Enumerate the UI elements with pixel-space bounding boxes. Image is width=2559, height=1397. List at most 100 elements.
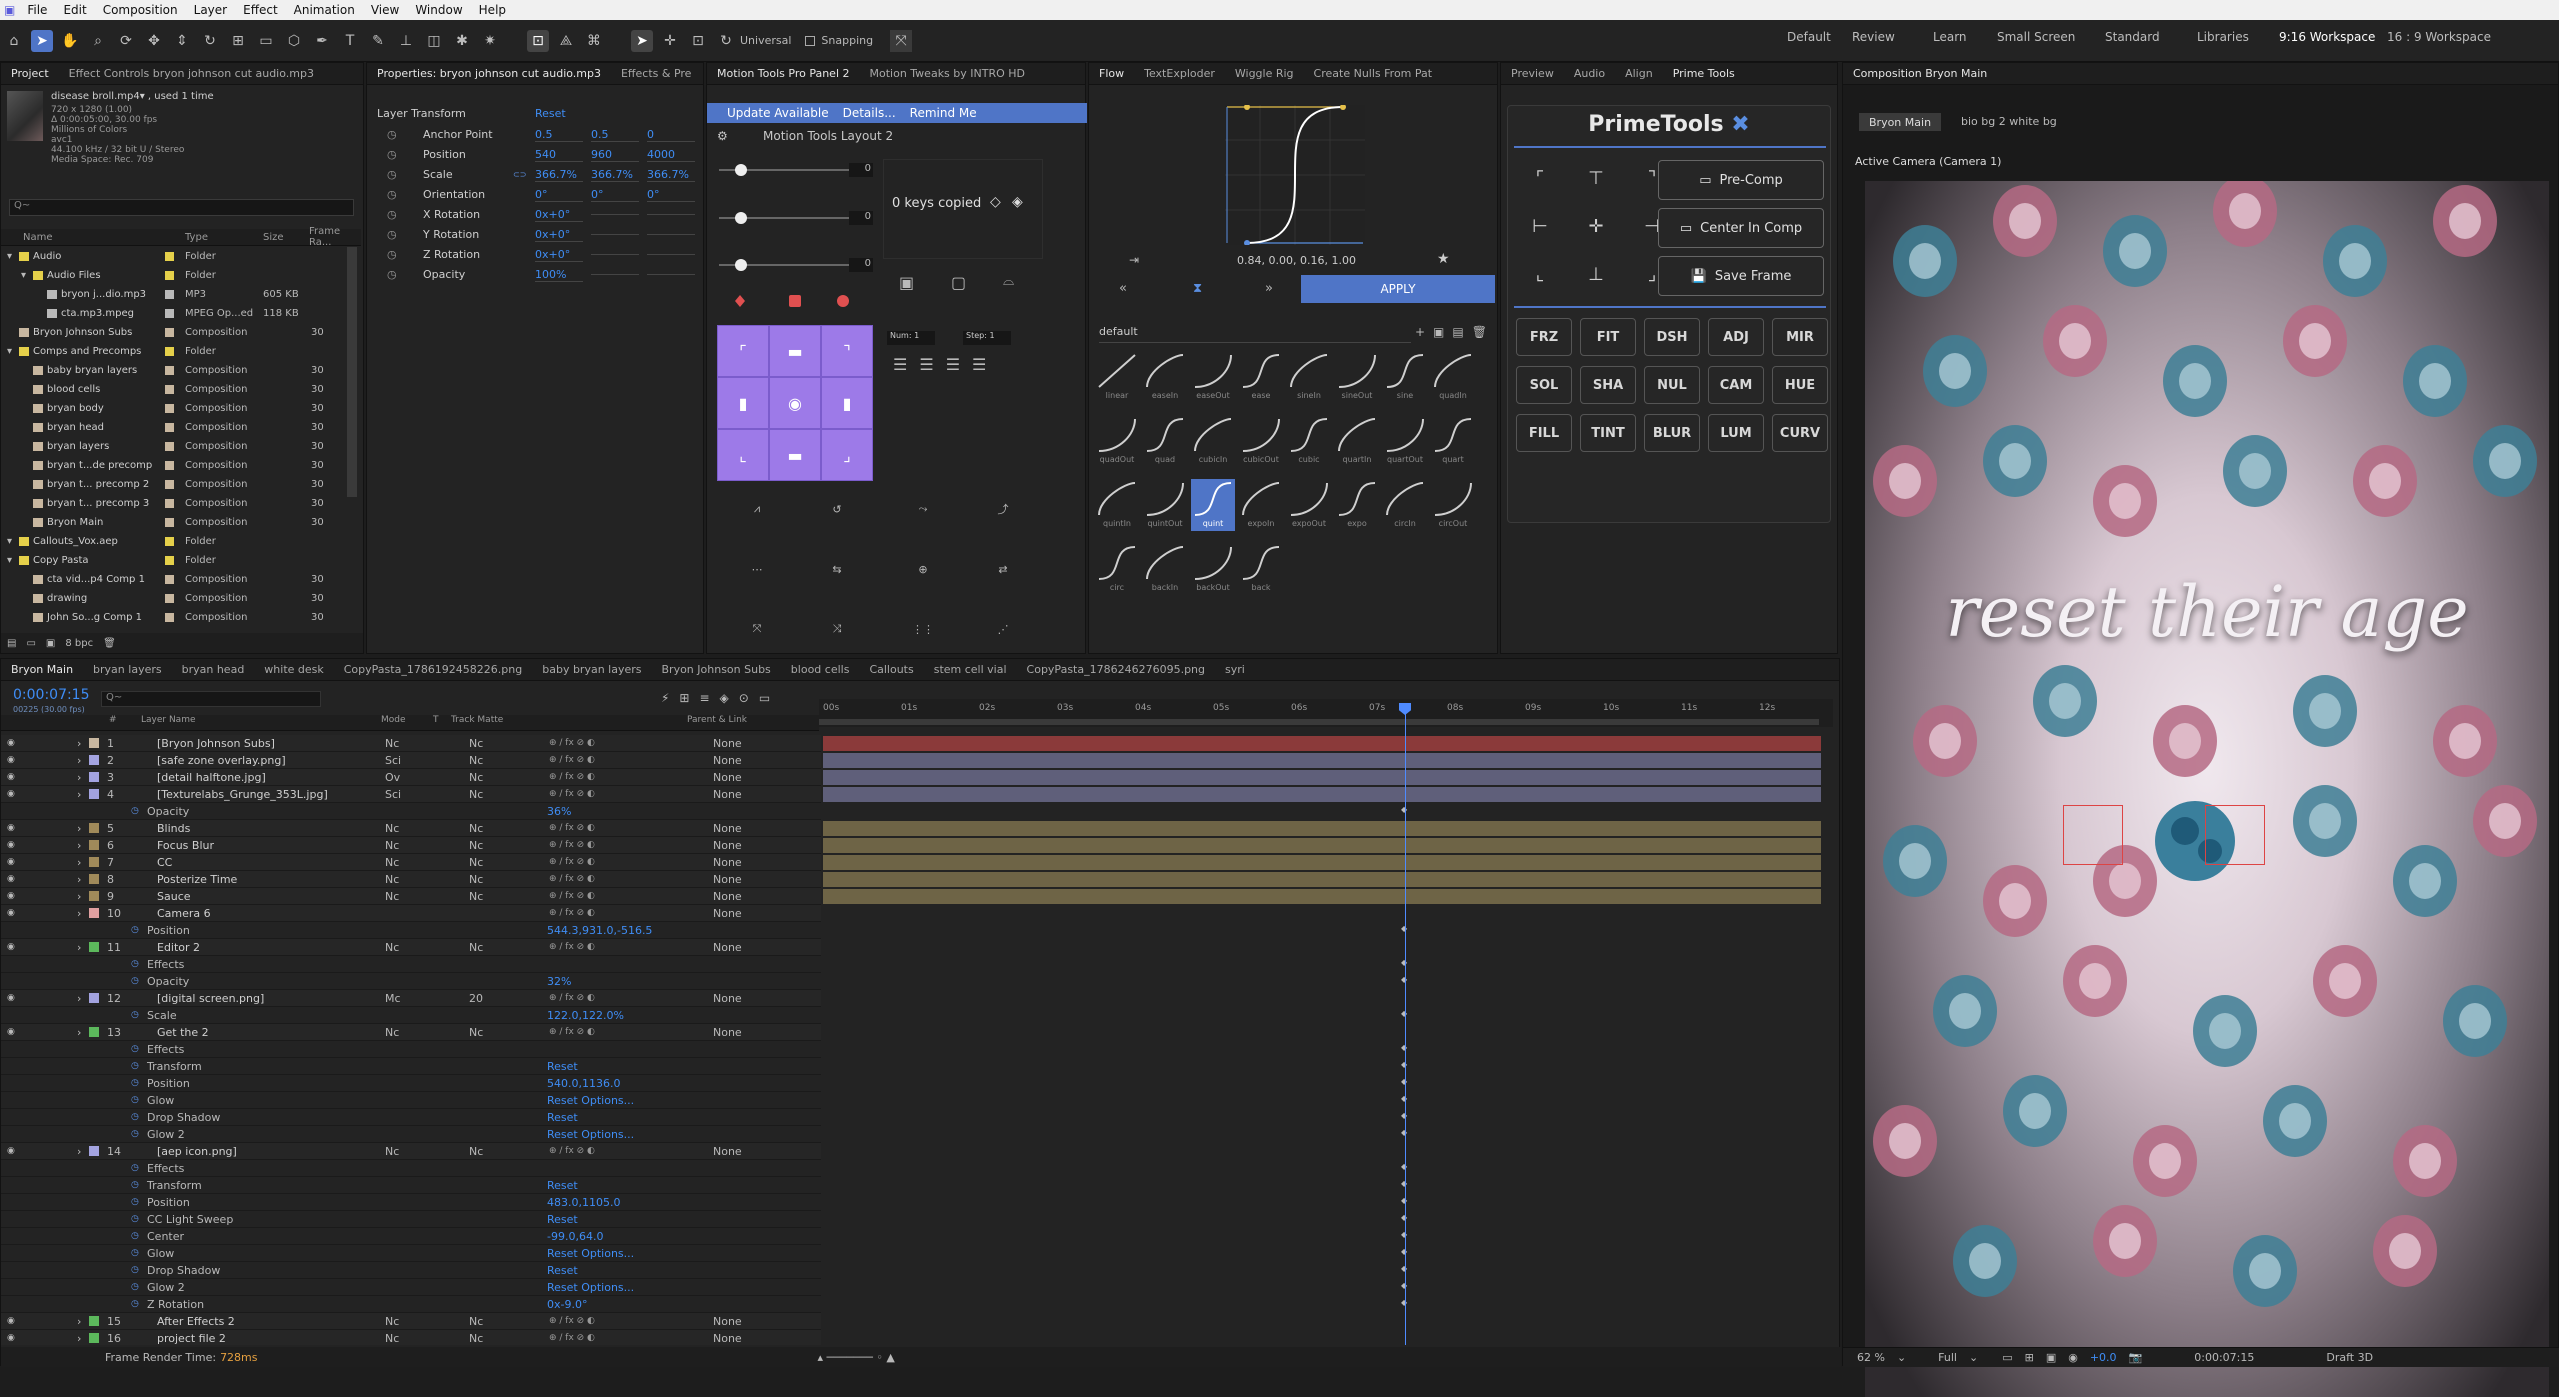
curve-preset-easeOut[interactable]: easeOut <box>1191 351 1235 403</box>
switch-icons[interactable]: ⊕ / fx ⊘ ◐ <box>549 874 595 884</box>
favorite-star-icon[interactable]: ★ <box>1437 251 1450 267</box>
layer-row[interactable]: ◉ › 5 Blinds Nc Nc ⊕ / fx ⊘ ◐ None <box>1 820 821 837</box>
property-value[interactable]: 544.3,931.0,-516.5 <box>547 924 652 937</box>
distribute-icons[interactable]: ☰☰☰☰ <box>893 355 998 374</box>
eye-icon[interactable]: ◉ <box>7 772 15 782</box>
anchor-top-left[interactable]: ⌜ <box>717 325 769 377</box>
parent-select[interactable]: None <box>713 839 742 852</box>
layer-name[interactable]: [digital screen.png] <box>157 992 264 1005</box>
parent-select[interactable]: None <box>713 890 742 903</box>
tab-motion-tweaks[interactable]: Motion Tweaks by INTRO HD <box>860 67 1036 80</box>
stopwatch-icon[interactable]: ◷ <box>387 168 397 181</box>
prime-btn-mir[interactable]: MIR <box>1772 318 1828 356</box>
layer-row[interactable]: ◉ › 3 [detail halftone.jpg] Ov Nc ⊕ / fx ⊘ ◐ No… <box>1 769 821 786</box>
parent-select[interactable]: None <box>713 788 742 801</box>
num-field[interactable]: Num: 1 <box>887 331 935 345</box>
switch-icons[interactable]: ⊕ / fx ⊘ ◐ <box>549 1316 595 1326</box>
project-row[interactable]: bryan t... precomp 2 Composition 30 <box>1 475 347 494</box>
stopwatch-icon[interactable]: ◷ <box>131 959 139 969</box>
layer-row[interactable]: ◉ › 11 Editor 2 Nc Nc ⊕ / fx ⊘ ◐ None <box>1 939 821 956</box>
property-row[interactable]: ◷ Effects <box>1 1041 821 1058</box>
square-filled-icon[interactable]: ▣ <box>899 273 914 292</box>
expand-arrow-icon[interactable]: ▾ <box>7 251 12 262</box>
eye-icon[interactable]: ◉ <box>7 857 15 867</box>
project-scrollbar[interactable] <box>347 247 357 497</box>
eye-icon[interactable]: ◉ <box>7 1027 15 1037</box>
layer-name[interactable]: Focus Blur <box>157 839 214 852</box>
curve-preset-expoIn[interactable]: expoIn <box>1239 479 1283 531</box>
expand-arrow-icon[interactable]: › <box>77 839 81 852</box>
expand-arrow-icon[interactable]: › <box>77 1332 81 1345</box>
tab-audio[interactable]: Audio <box>1564 67 1615 80</box>
expand-arrow-icon[interactable]: › <box>77 907 81 920</box>
property-value[interactable]: Reset Options... <box>547 1247 634 1260</box>
center-in-comp-button[interactable]: ▭ Center In Comp <box>1658 208 1824 248</box>
property-row[interactable]: ◷ Position 483.0,1105.0 <box>1 1194 821 1211</box>
curve-preset-quartIn[interactable]: quartIn <box>1335 415 1379 467</box>
layer-mode-select[interactable]: Nc <box>385 941 399 954</box>
switch-icons[interactable]: ⊕ / fx ⊘ ◐ <box>549 942 595 952</box>
prime-btn-curv[interactable]: CURV <box>1772 414 1828 452</box>
preset-select[interactable]: default <box>1099 325 1411 343</box>
project-row[interactable]: ▾ Comps and Precomps Folder <box>1 342 347 361</box>
parent-select[interactable]: None <box>713 1315 742 1328</box>
transform-value[interactable] <box>647 214 695 215</box>
project-search-input[interactable]: Q~ <box>9 199 354 216</box>
tab-project[interactable]: Project <box>1 67 59 80</box>
layer-row[interactable]: ◉ › 14 [aep icon.png] Nc Nc ⊕ / fx ⊘ ◐ None <box>1 1143 821 1160</box>
transform-value[interactable] <box>591 234 639 235</box>
eye-icon[interactable]: ◉ <box>7 908 15 918</box>
property-row[interactable]: ◷ Z Rotation 0x-9.0° <box>1 1296 821 1313</box>
mask-icon[interactable]: ▣ <box>2046 1351 2056 1364</box>
parent-select[interactable]: None <box>713 1332 742 1345</box>
transform-value[interactable] <box>591 254 639 255</box>
expand-arrow-icon[interactable]: › <box>77 737 81 750</box>
property-value[interactable]: Reset <box>547 1264 578 1277</box>
label-color-icon[interactable] <box>165 309 174 318</box>
transform-value[interactable]: 0.5 <box>591 128 639 142</box>
track-matte-select[interactable]: Nc <box>469 873 483 886</box>
prime-btn-frz[interactable]: FRZ <box>1516 318 1572 356</box>
curve-preset-ease[interactable]: ease <box>1239 351 1283 403</box>
curve-preset-easeIn[interactable]: easeIn <box>1143 351 1187 403</box>
layer-row[interactable]: ◉ › 10 Camera 6 ⊕ / fx ⊘ ◐ None <box>1 905 821 922</box>
project-row[interactable]: ▾ Audio Files Folder <box>1 266 347 285</box>
tab-motion-tools[interactable]: Motion Tools Pro Panel 2 <box>707 67 860 80</box>
remind-me-link[interactable]: Remind Me <box>910 106 977 120</box>
prime-btn-fit[interactable]: FIT <box>1580 318 1636 356</box>
transform-value[interactable]: 0x+0° <box>535 228 583 242</box>
col-track-matte[interactable]: Track Matte <box>451 715 503 725</box>
transform-value[interactable]: 0x+0° <box>535 248 583 262</box>
project-row[interactable]: ▾ Copy Pasta Folder <box>1 551 347 570</box>
expand-arrow-icon[interactable]: ▾ <box>7 536 12 547</box>
prime-btn-cam[interactable]: CAM <box>1708 366 1764 404</box>
layer-row[interactable]: ◉ › 6 Focus Blur Nc Nc ⊕ / fx ⊘ ◐ None <box>1 837 821 854</box>
comp-tab[interactable]: syri <box>1215 663 1255 676</box>
move-3d-icon[interactable]: ➤ <box>631 29 653 52</box>
layer-mode-select[interactable]: Nc <box>385 1145 399 1158</box>
comp-tab[interactable]: bryan head <box>172 663 255 676</box>
comp-tab[interactable]: CopyPasta_1786246276095.png <box>1017 663 1215 676</box>
label-color[interactable] <box>89 942 99 952</box>
tab-effect-controls[interactable]: Effect Controls bryon johnson cut audio.… <box>59 67 324 80</box>
pan-tool-icon[interactable]: ✥ <box>143 30 165 52</box>
layer-mode-select[interactable]: Nc <box>385 1332 399 1345</box>
curve-preset-cubicIn[interactable]: cubicIn <box>1191 415 1235 467</box>
layer-mode-select[interactable]: Ov <box>385 771 400 784</box>
comp-tab[interactable]: blood cells <box>781 663 860 676</box>
anchor-bottom[interactable]: ▬ <box>769 429 821 481</box>
parent-select[interactable]: None <box>713 941 742 954</box>
transform-value[interactable]: 960 <box>591 148 639 162</box>
timeline-switch-icons[interactable]: ⚡⊞≡◈⊙▭ <box>661 691 780 705</box>
slider-3-value[interactable]: 0 <box>849 258 873 272</box>
property-row[interactable]: ◷ Glow Reset Options... <box>1 1245 821 1262</box>
col-name[interactable]: Name <box>23 232 53 243</box>
curve-preset-backIn[interactable]: backIn <box>1143 543 1187 595</box>
stopwatch-icon[interactable]: ◷ <box>131 1129 139 1139</box>
nodes-icon[interactable]: ⋰ <box>963 599 1043 659</box>
world-axis-icon[interactable]: ⟁ <box>555 30 577 52</box>
curve-preset-cubicOut[interactable]: cubicOut <box>1239 415 1283 467</box>
stopwatch-icon[interactable]: ◷ <box>131 1078 139 1088</box>
property-value[interactable]: Reset <box>547 1111 578 1124</box>
rotate-3d-icon[interactable]: ↻ <box>715 30 737 52</box>
